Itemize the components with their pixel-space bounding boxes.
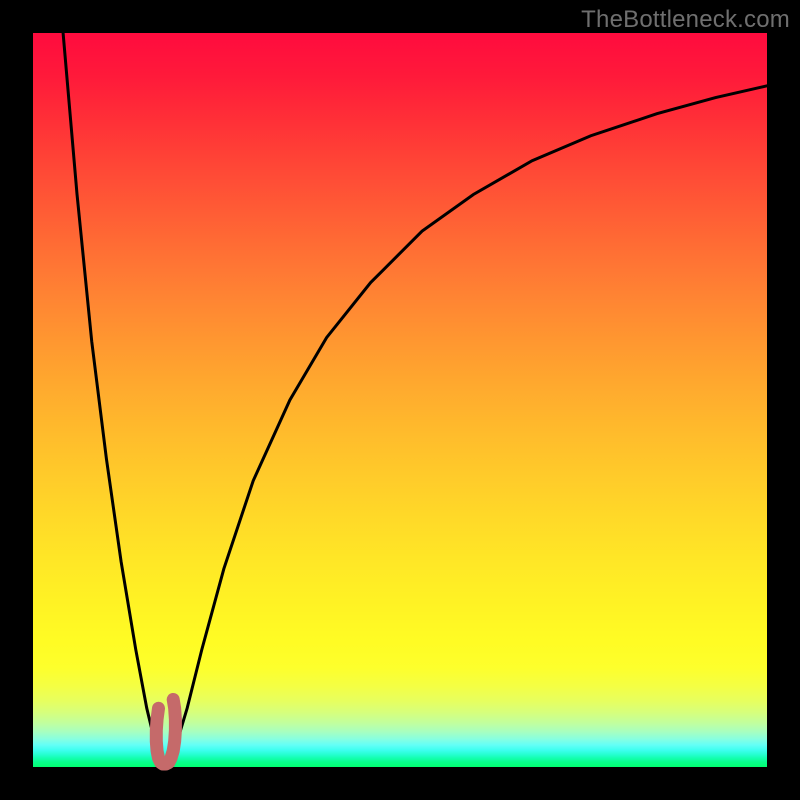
chart-plot-area [33, 33, 767, 767]
chart-frame: TheBottleneck.com [0, 0, 800, 800]
watermark-text: TheBottleneck.com [581, 6, 790, 34]
